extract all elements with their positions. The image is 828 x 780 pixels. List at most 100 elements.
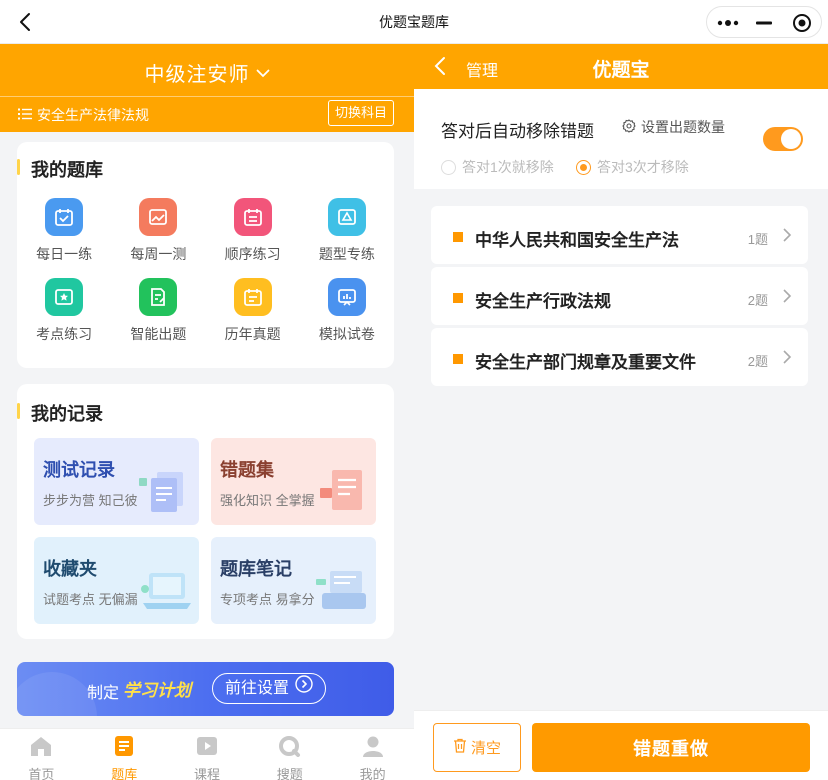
my-question-bank-card: 我的题库 每日一练 每周一测 顺序练习 题型专练 考点练习 智能出题 历年真题 … <box>17 142 394 368</box>
remove-after-1-radio[interactable]: 答对1次就移除 <box>441 157 554 177</box>
tab-label: 课程 <box>193 767 220 780</box>
tile-label: 考点练习 <box>36 326 93 342</box>
library-title: 我的题库 <box>17 156 103 182</box>
tile-label: 题型专练 <box>318 246 375 262</box>
bottom-tab-bar: 首页 题库 课程 搜题 我的 <box>0 728 414 780</box>
header-divider <box>0 96 414 97</box>
tile-daily-practice[interactable]: 每日一练 <box>17 198 111 264</box>
current-subject: 安全生产法律法规 <box>18 105 149 125</box>
tile-smart-quiz[interactable]: 智能出题 <box>111 278 205 344</box>
chevron-right-icon <box>782 349 792 370</box>
list-icon <box>18 107 32 123</box>
record-title: 收藏夹 <box>43 559 97 579</box>
set-count-label: 设置出题数量 <box>641 119 725 135</box>
tile-label: 每日一练 <box>36 246 93 262</box>
chapter-count: 1题 <box>747 232 768 247</box>
record-subtitle: 强化知识 全掌握 <box>220 493 315 508</box>
document-stack-icon <box>135 460 195 525</box>
tab-label: 首页 <box>28 767 55 780</box>
chapter-row[interactable]: 中华人民共和国安全生产法 1题 <box>431 206 808 264</box>
question-bank-icon <box>113 735 135 762</box>
tile-label: 模拟试卷 <box>318 326 375 342</box>
chapter-count: 2题 <box>747 293 768 308</box>
minimize-icon[interactable] <box>751 10 777 36</box>
tile-question-type-practice[interactable]: 题型专练 <box>300 198 394 264</box>
tile-sequential-practice[interactable]: 顺序练习 <box>206 198 300 264</box>
redo-wrong-questions-button[interactable]: 错题重做 <box>532 723 810 772</box>
tile-weekly-test[interactable]: 每周一测 <box>111 198 205 264</box>
close-target-icon[interactable] <box>789 10 815 36</box>
tile-mock-exam[interactable]: 模拟试卷 <box>300 278 394 344</box>
exam-name: 中级注安师 <box>144 64 250 86</box>
record-test-history[interactable]: 测试记录 步步为营 知己彼 <box>34 438 199 525</box>
tile-label: 历年真题 <box>224 326 281 342</box>
remove-after-3-radio[interactable]: 答对3次才移除 <box>576 157 689 177</box>
search-question-icon <box>278 735 302 762</box>
arrow-circle-icon <box>295 674 313 703</box>
records-title: 我的记录 <box>17 400 103 426</box>
chapter-name: 中华人民共和国安全生产法 <box>475 231 679 250</box>
auto-remove-label: 答对后自动移除错题 <box>441 122 594 141</box>
calendar-check-icon <box>45 198 84 236</box>
exam-selector[interactable]: 中级注安师 <box>0 58 414 87</box>
tab-profile[interactable]: 我的 <box>331 729 414 780</box>
laptop-icon <box>135 559 195 624</box>
chapter-marker <box>453 354 463 364</box>
go-settings-label: 前往设置 <box>225 680 290 697</box>
record-subtitle: 专项考点 易拿分 <box>220 592 315 607</box>
tab-home[interactable]: 首页 <box>0 729 83 780</box>
tab-courses[interactable]: 课程 <box>166 729 249 780</box>
chapter-name: 安全生产行政法规 <box>475 292 611 311</box>
toggle-knob <box>781 129 801 149</box>
tab-question-bank[interactable]: 题库 <box>83 729 166 780</box>
chapter-name: 安全生产部门规章及重要文件 <box>475 353 696 372</box>
library-tiles: 每日一练 每周一测 顺序练习 题型专练 考点练习 智能出题 历年真题 模拟试卷 <box>17 198 394 344</box>
radio-label: 答对3次才移除 <box>597 159 689 175</box>
record-title: 测试记录 <box>43 460 115 480</box>
window-title: 优题宝题库 <box>379 14 449 30</box>
chapter-row[interactable]: 安全生产部门规章及重要文件 2题 <box>431 328 808 386</box>
tab-label: 搜题 <box>276 767 303 780</box>
set-question-count-button[interactable]: 设置出题数量 <box>622 117 725 137</box>
trash-icon <box>453 738 467 757</box>
tile-past-exams[interactable]: 历年真题 <box>206 278 300 344</box>
gear-icon <box>622 118 636 136</box>
tile-label: 智能出题 <box>130 326 187 342</box>
image-chart-icon <box>139 198 178 236</box>
clear-label: 清空 <box>470 740 501 757</box>
triangle-board-icon <box>327 198 366 236</box>
tile-label: 每周一测 <box>130 246 187 262</box>
record-subtitle: 试题考点 无偏漏 <box>43 592 138 607</box>
record-wrong-questions[interactable]: 错题集 强化知识 全掌握 <box>211 438 376 525</box>
more-dots-icon[interactable] <box>715 10 741 36</box>
tile-label: 顺序练习 <box>224 246 281 262</box>
radio-dot <box>576 159 591 175</box>
left-header: 中级注安师 安全生产法律法规 切换科目 <box>0 44 414 132</box>
switch-subject-button[interactable]: 切换科目 <box>327 100 394 126</box>
tab-search-questions[interactable]: 搜题 <box>248 729 331 780</box>
doc-edit-icon <box>139 278 178 316</box>
history-calendar-icon <box>233 278 272 316</box>
go-settings-button[interactable]: 前往设置 <box>212 673 327 704</box>
radio-dot <box>441 159 456 175</box>
chapter-count: 2题 <box>747 354 768 369</box>
record-title: 错题集 <box>220 460 274 480</box>
study-plan-banner[interactable]: 制定 学习计划 前往设置 <box>17 662 394 716</box>
plan-highlight: 学习计划 <box>123 681 191 700</box>
plan-prefix: 制定 <box>87 685 120 702</box>
record-favorites[interactable]: 收藏夹 试题考点 无偏漏 <box>34 537 199 624</box>
chapter-row[interactable]: 安全生产行政法规 2题 <box>431 267 808 325</box>
tile-key-point-practice[interactable]: 考点练习 <box>17 278 111 344</box>
chapter-marker <box>453 232 463 242</box>
left-pane-home: 中级注安师 安全生产法律法规 切换科目 我的题库 每日一练 每周一测 顺序练习 <box>0 44 414 780</box>
capsule-menu <box>706 6 822 38</box>
record-subtitle: 步步为营 知己彼 <box>43 493 138 508</box>
auto-remove-toggle[interactable] <box>763 127 803 151</box>
user-icon <box>361 735 385 762</box>
record-notes[interactable]: 题库笔记 专项考点 易拿分 <box>211 537 376 624</box>
subject-name: 安全生产法律法规 <box>37 107 149 123</box>
record-title: 题库笔记 <box>220 559 292 579</box>
clear-button[interactable]: 清空 <box>433 723 521 772</box>
tab-label: 我的 <box>359 767 386 780</box>
star-badge-icon <box>45 278 84 316</box>
